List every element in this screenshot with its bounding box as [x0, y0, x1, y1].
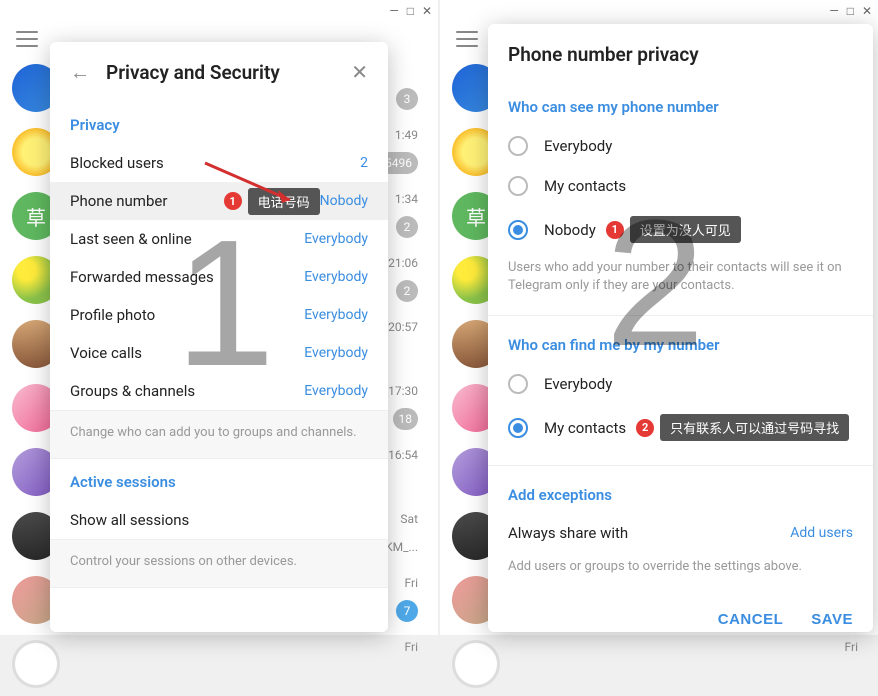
section-add-exceptions: Add exceptions [488, 472, 873, 514]
chat-time: Fri [405, 640, 418, 654]
divider [488, 465, 873, 466]
setting-value: Everybody [304, 383, 368, 399]
annotation-badge-2: 2 [636, 419, 654, 437]
setting-blocked-users[interactable]: Blocked users 2 [50, 144, 388, 182]
chat-time: 21:06 [388, 256, 418, 270]
chat-time: 1:34 [395, 192, 418, 206]
setting-label: Forwarded messages [70, 268, 304, 286]
setting-label: Last seen & online [70, 230, 304, 248]
note-exceptions: Add users or groups to override the sett… [488, 552, 873, 590]
always-share-with[interactable]: Always share with Add users [488, 514, 873, 552]
setting-value: Everybody [304, 345, 368, 361]
maximize-icon[interactable]: □ [847, 4, 854, 18]
unread-badge: 18 [393, 408, 419, 430]
back-arrow-icon[interactable]: ← [70, 60, 90, 85]
setting-value: Everybody [304, 269, 368, 285]
setting-forwarded[interactable]: Forwarded messages Everybody [50, 258, 388, 296]
chat-time: Fri [845, 640, 858, 654]
radio-find-everybody[interactable]: Everybody [488, 364, 873, 404]
section-who-can-find: Who can find me by my number [488, 322, 873, 364]
radio-see-nobody[interactable]: Nobody 1 设置为没人可见 [488, 206, 873, 253]
chat-time: 1:49 [395, 128, 418, 142]
chat-time: Fri [405, 576, 418, 590]
save-button[interactable]: SAVE [811, 611, 853, 628]
minimize-icon[interactable]: — [389, 4, 398, 18]
chat-item[interactable]: Fri [8, 632, 430, 696]
phone-privacy-modal: Phone number privacy Who can see my phon… [488, 24, 873, 632]
setting-label: Always share with [508, 524, 790, 542]
radio-label: Everybody [544, 375, 612, 393]
maximize-icon[interactable]: □ [407, 4, 414, 18]
setting-value: Nobody [320, 193, 368, 209]
modal-title: Privacy and Security [106, 61, 351, 84]
menu-icon[interactable] [16, 31, 38, 47]
annotation-label-phone: 电话号码 [248, 188, 320, 215]
show-all-sessions[interactable]: Show all sessions [50, 501, 388, 539]
radio-icon [508, 136, 528, 156]
annotation-label-nobody: 设置为没人可见 [630, 216, 741, 243]
modal-header: Phone number privacy [488, 24, 873, 84]
titlebar: — □ ✕ [440, 0, 878, 22]
setting-label: Blocked users [70, 154, 360, 172]
avatar [12, 640, 60, 688]
setting-label: Voice calls [70, 344, 304, 362]
privacy-security-modal: ← Privacy and Security ✕ Privacy Blocked… [50, 42, 388, 632]
radio-label: Nobody [544, 221, 596, 239]
note-who-can-see: Users who add your number to their conta… [488, 253, 873, 309]
divider [488, 315, 873, 316]
chat-time: Sat [400, 512, 418, 526]
unread-badge: 3 [396, 88, 418, 110]
close-icon[interactable]: ✕ [422, 4, 432, 18]
cancel-button[interactable]: CANCEL [718, 611, 784, 628]
titlebar: — □ ✕ [0, 0, 438, 22]
section-privacy: Privacy [50, 102, 388, 144]
chat-time: 20:57 [388, 320, 418, 334]
radio-see-contacts[interactable]: My contacts [488, 166, 873, 206]
setting-value: 2 [360, 155, 368, 171]
close-icon[interactable]: ✕ [351, 60, 368, 84]
minimize-icon[interactable]: — [829, 4, 838, 18]
annotation-label-contacts: 只有联系人可以通过号码寻找 [660, 414, 849, 441]
setting-groups-channels[interactable]: Groups & channels Everybody [50, 372, 388, 410]
setting-value: Everybody [304, 231, 368, 247]
modal-title: Phone number privacy [508, 43, 853, 66]
section-footer-sessions: Control your sessions on other devices. [50, 539, 388, 588]
radio-icon [508, 176, 528, 196]
setting-label: Show all sessions [70, 511, 368, 529]
radio-label: Everybody [544, 137, 612, 155]
setting-label: Phone number [70, 192, 220, 210]
radio-icon [508, 418, 528, 438]
chat-time: 17:30 [388, 384, 418, 398]
add-users-link[interactable]: Add users [790, 525, 853, 541]
menu-icon[interactable] [456, 31, 478, 47]
radio-see-everybody[interactable]: Everybody [488, 126, 873, 166]
close-icon[interactable]: ✕ [862, 4, 872, 18]
radio-label: My contacts [544, 419, 626, 437]
setting-phone-number[interactable]: Phone number 1 电话号码 Nobody [50, 182, 388, 220]
setting-last-seen[interactable]: Last seen & online Everybody [50, 220, 388, 258]
radio-find-contacts[interactable]: My contacts 2 只有联系人可以通过号码寻找 [488, 404, 873, 451]
setting-value: Everybody [304, 307, 368, 323]
setting-voice-calls[interactable]: Voice calls Everybody [50, 334, 388, 372]
chat-time: 16:54 [388, 448, 418, 462]
modal-footer: CANCEL SAVE [488, 591, 873, 632]
section-active-sessions: Active sessions [50, 459, 388, 501]
annotation-badge-1: 1 [606, 221, 624, 239]
section-footer-groups: Change who can add you to groups and cha… [50, 410, 388, 459]
unread-badge: 7 [396, 600, 418, 622]
setting-label: Profile photo [70, 306, 304, 324]
avatar [452, 640, 500, 688]
radio-icon [508, 374, 528, 394]
radio-label: My contacts [544, 177, 626, 195]
radio-icon [508, 220, 528, 240]
unread-badge: 2 [396, 280, 418, 302]
annotation-badge-1: 1 [224, 192, 242, 210]
section-who-can-see: Who can see my phone number [488, 84, 873, 126]
modal-header: ← Privacy and Security ✕ [50, 42, 388, 102]
setting-profile-photo[interactable]: Profile photo Everybody [50, 296, 388, 334]
setting-label: Groups & channels [70, 382, 304, 400]
chat-preview: KM_... [385, 536, 418, 558]
unread-badge: 2 [396, 216, 418, 238]
chat-item[interactable]: Fri [448, 632, 870, 696]
